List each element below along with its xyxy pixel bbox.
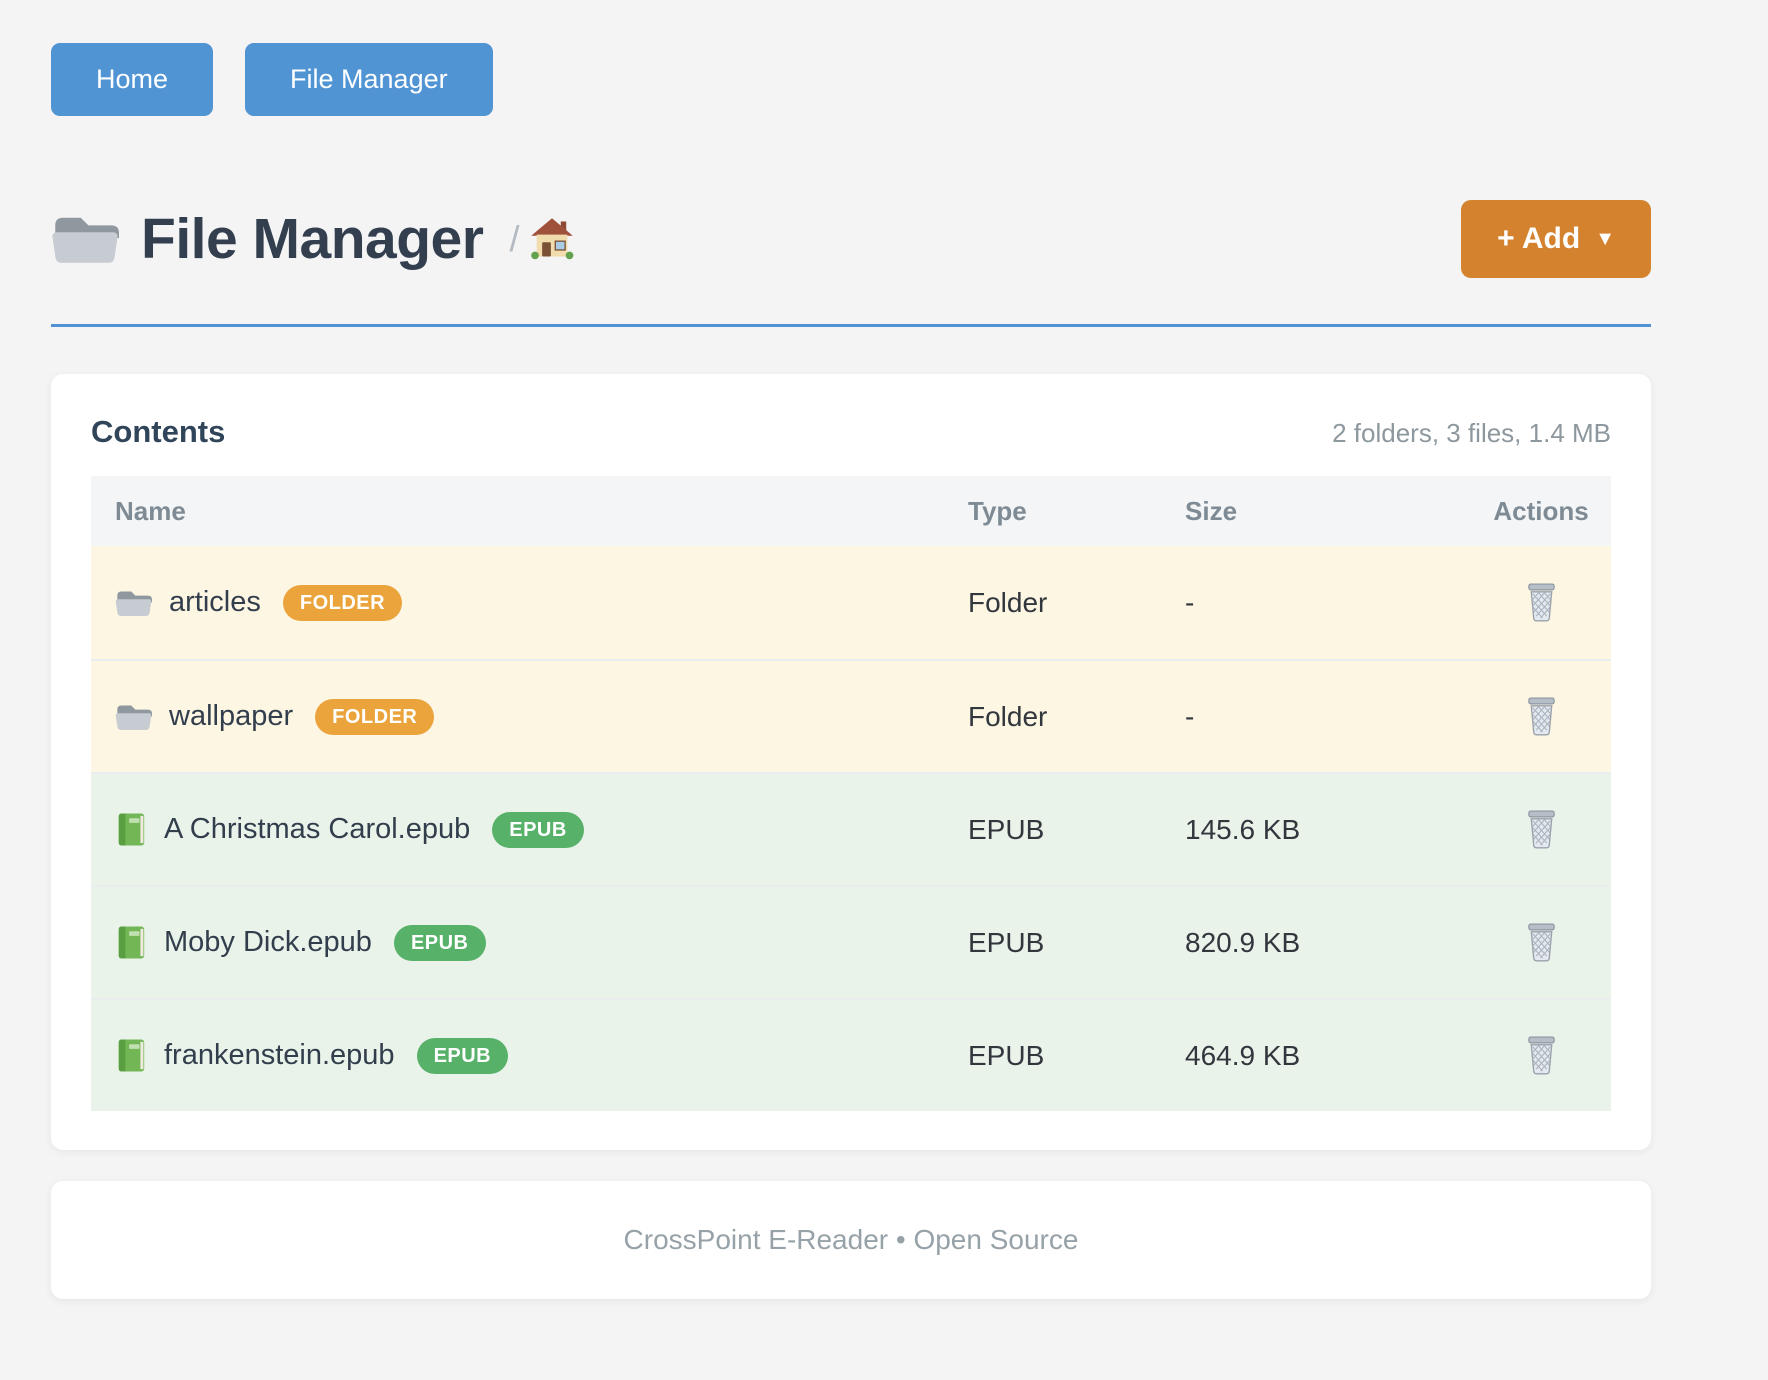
trash-button[interactable] — [1520, 1031, 1563, 1080]
trash-icon — [1524, 809, 1559, 850]
folder-icon — [51, 210, 119, 268]
nav-home-button[interactable]: Home — [51, 43, 213, 116]
cell-actions — [1471, 918, 1611, 967]
cell-actions — [1471, 805, 1611, 854]
footer: CrossPoint E-Reader • Open Source — [51, 1181, 1651, 1299]
add-button-label: + Add — [1497, 222, 1580, 256]
row-name-link[interactable]: articles — [169, 586, 261, 619]
table-header-actions: Actions — [1471, 496, 1611, 527]
trash-icon — [1524, 582, 1559, 623]
cell-type: Folder — [968, 587, 1185, 619]
footer-text: CrossPoint E-Reader • Open Source — [624, 1224, 1079, 1256]
book-icon — [115, 1037, 147, 1074]
breadcrumb-separator: / — [509, 218, 519, 260]
trash-button[interactable] — [1520, 692, 1563, 741]
top-nav: Home File Manager — [51, 43, 1651, 116]
table-header-size: Size — [1185, 496, 1471, 527]
page-title: File Manager — [141, 206, 483, 272]
cell-size: - — [1185, 701, 1471, 733]
page-header: File Manager / + Add ▼ — [51, 200, 1651, 278]
folder-icon — [115, 700, 152, 734]
file-badge: EPUB — [394, 925, 486, 961]
cell-actions — [1471, 692, 1611, 741]
card-title: Contents — [91, 414, 225, 450]
title-wrap: File Manager / — [51, 206, 575, 272]
table-row: wallpaper FOLDER Folder - — [91, 659, 1611, 772]
row-name-link[interactable]: wallpaper — [169, 700, 293, 733]
contents-summary: 2 folders, 3 files, 1.4 MB — [1332, 418, 1611, 449]
trash-icon — [1524, 922, 1559, 963]
cell-type: EPUB — [968, 927, 1185, 959]
file-badge: FOLDER — [283, 585, 402, 621]
cell-size: 820.9 KB — [1185, 927, 1471, 959]
cell-name: Moby Dick.epub EPUB — [91, 924, 968, 961]
table-row: A Christmas Carol.epub EPUB EPUB 145.6 K… — [91, 772, 1611, 885]
cell-actions — [1471, 1031, 1611, 1080]
table-header-name: Name — [91, 496, 968, 527]
trash-button[interactable] — [1520, 805, 1563, 854]
trash-icon — [1524, 696, 1559, 737]
trash-button[interactable] — [1520, 578, 1563, 627]
book-icon — [115, 924, 147, 961]
cell-size: 145.6 KB — [1185, 814, 1471, 846]
row-name-link[interactable]: A Christmas Carol.epub — [164, 813, 470, 846]
row-name-link[interactable]: frankenstein.epub — [164, 1039, 395, 1072]
trash-button[interactable] — [1520, 918, 1563, 967]
table-row: frankenstein.epub EPUB EPUB 464.9 KB — [91, 998, 1611, 1111]
caret-down-icon: ▼ — [1595, 229, 1615, 249]
trash-icon — [1524, 1035, 1559, 1076]
table-header-type: Type — [968, 496, 1185, 527]
folder-icon — [115, 586, 152, 620]
cell-actions — [1471, 578, 1611, 627]
book-icon — [115, 811, 147, 848]
cell-size: - — [1185, 587, 1471, 619]
add-button[interactable]: + Add ▼ — [1461, 200, 1651, 278]
table-header-row: Name Type Size Actions — [91, 476, 1611, 546]
cell-type: EPUB — [968, 1040, 1185, 1072]
cell-name: frankenstein.epub EPUB — [91, 1037, 968, 1074]
cell-name: wallpaper FOLDER — [91, 699, 968, 735]
table-body: articles FOLDER Folder - — [91, 546, 1611, 1111]
file-badge: EPUB — [417, 1038, 509, 1074]
cell-type: EPUB — [968, 814, 1185, 846]
cell-name: A Christmas Carol.epub EPUB — [91, 811, 968, 848]
nav-file-manager-button[interactable]: File Manager — [245, 43, 493, 116]
card-head: Contents 2 folders, 3 files, 1.4 MB — [91, 414, 1611, 450]
cell-type: Folder — [968, 701, 1185, 733]
page: Home File Manager File Manager / — [51, 0, 1651, 1299]
cell-name: articles FOLDER — [91, 585, 968, 621]
cell-size: 464.9 KB — [1185, 1040, 1471, 1072]
files-table: Name Type Size Actions articles FOLDER F… — [91, 476, 1611, 1111]
accent-rule — [51, 324, 1651, 327]
table-row: articles FOLDER Folder - — [91, 546, 1611, 659]
home-icon[interactable] — [529, 216, 575, 262]
table-row: Moby Dick.epub EPUB EPUB 820.9 KB — [91, 885, 1611, 998]
row-name-link[interactable]: Moby Dick.epub — [164, 926, 372, 959]
file-badge: FOLDER — [315, 699, 434, 735]
contents-card: Contents 2 folders, 3 files, 1.4 MB Name… — [51, 374, 1651, 1150]
file-badge: EPUB — [492, 812, 584, 848]
